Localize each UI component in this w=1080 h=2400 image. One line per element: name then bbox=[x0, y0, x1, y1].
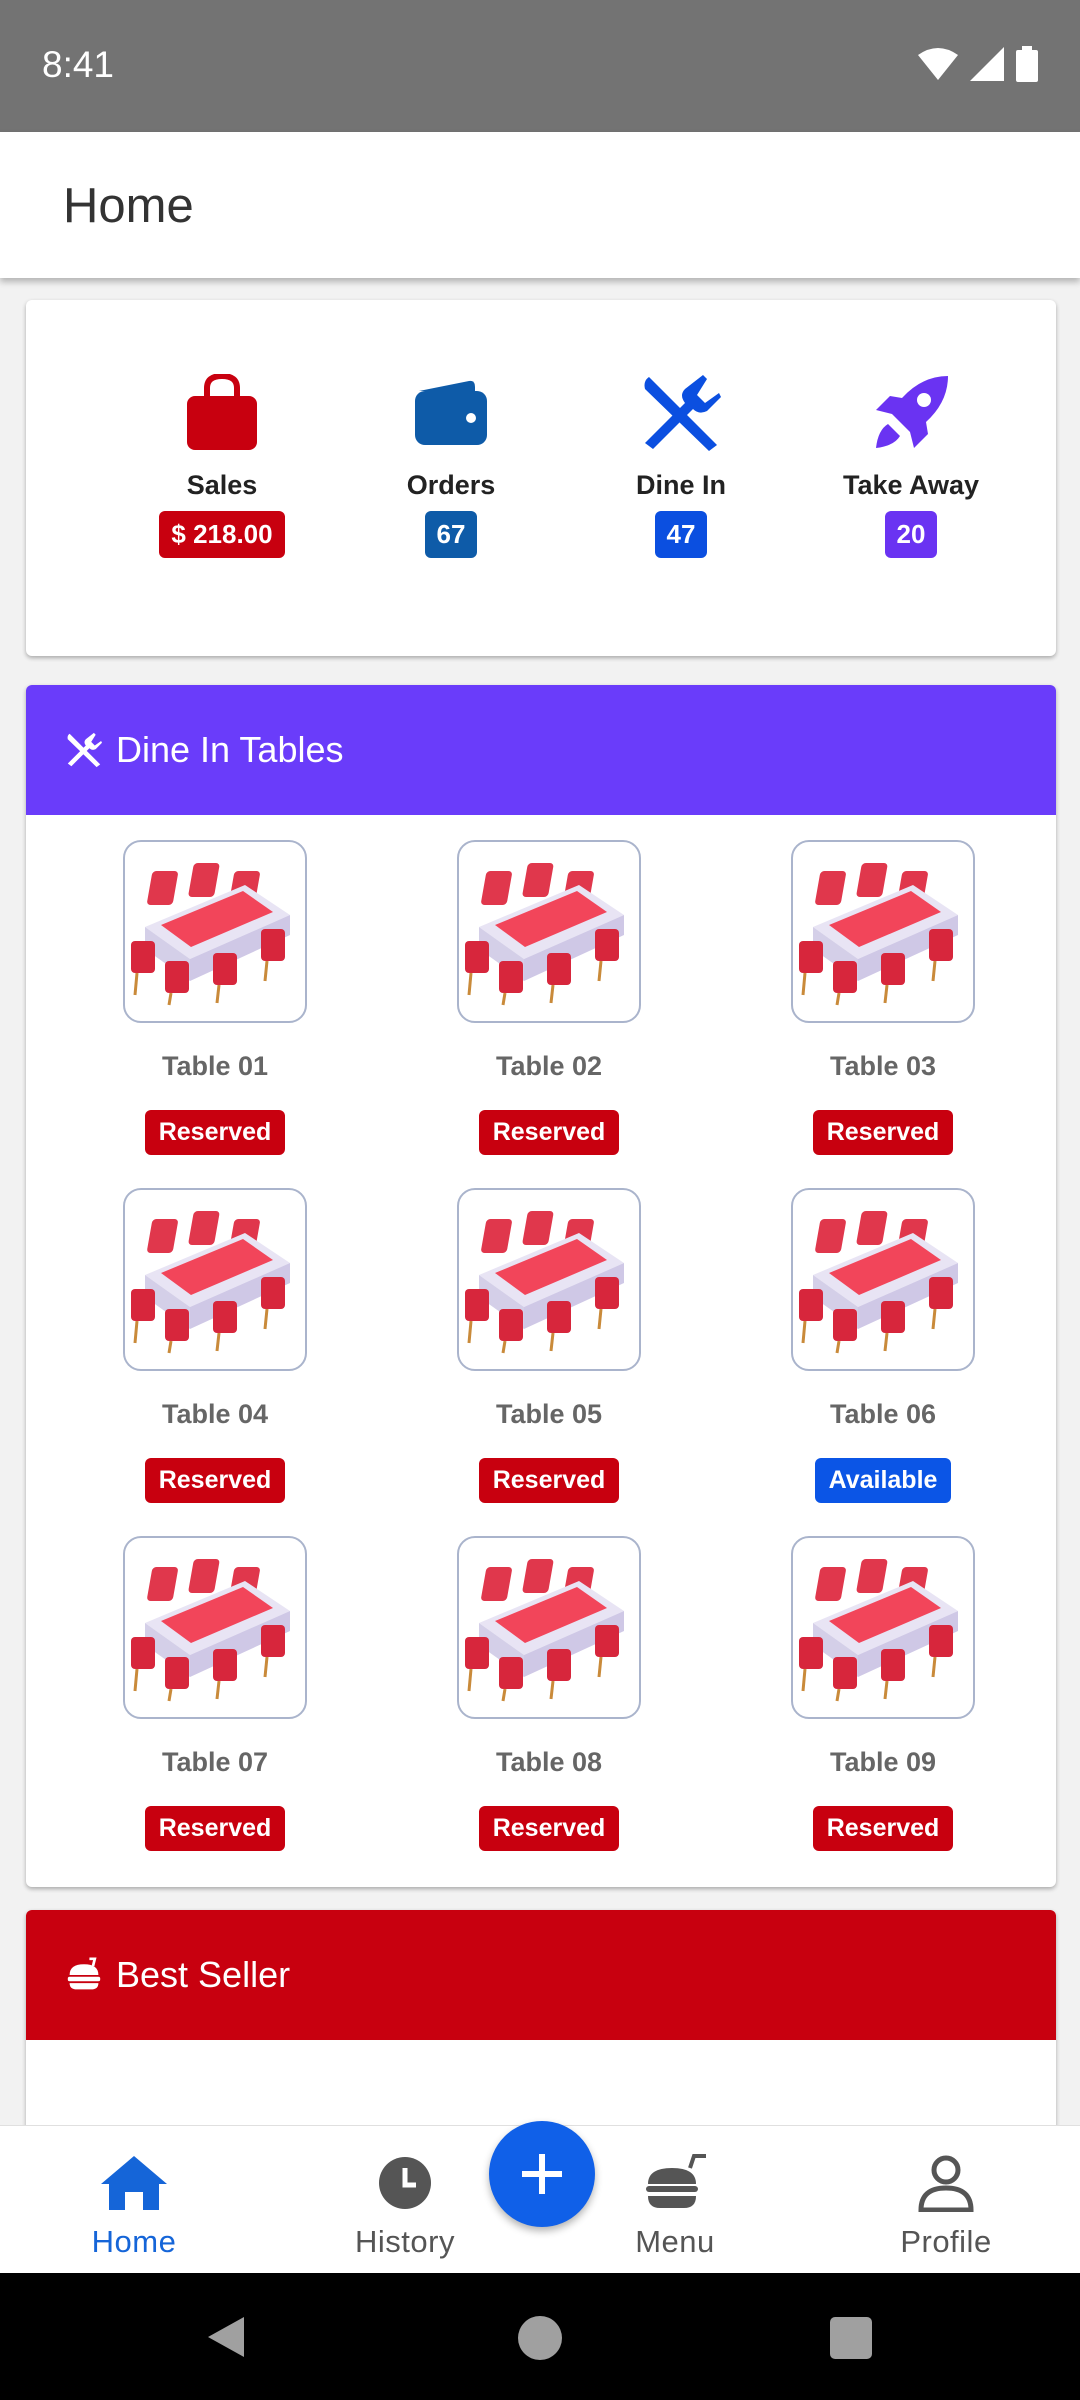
stat-label: Sales bbox=[186, 470, 258, 500]
status-bar: 8:41 bbox=[0, 0, 1080, 132]
home-circle-icon[interactable] bbox=[517, 2315, 563, 2361]
best-seller-header: Best Seller bbox=[26, 1910, 1056, 2040]
table-card[interactable]: Table 06 Available bbox=[753, 1188, 1013, 1503]
table-card[interactable]: Table 01 Reserved bbox=[85, 840, 345, 1155]
stat-label: Orders bbox=[406, 470, 496, 500]
stat-value: 20 bbox=[884, 511, 938, 558]
table-status-badge: Reserved bbox=[478, 1110, 620, 1155]
app-bar: Home bbox=[0, 132, 1080, 278]
dining-table-icon bbox=[791, 1536, 975, 1719]
table-card[interactable]: Table 05 Reserved bbox=[419, 1188, 679, 1503]
stat-value: 47 bbox=[654, 511, 708, 558]
nav-label: Home bbox=[91, 2224, 177, 2259]
nav-label: History bbox=[355, 2224, 455, 2259]
add-button[interactable] bbox=[489, 2121, 595, 2227]
table-name: Table 02 bbox=[495, 1051, 603, 1081]
recents-icon[interactable] bbox=[830, 2317, 872, 2359]
table-status-badge: Reserved bbox=[478, 1458, 620, 1503]
signal-icon bbox=[970, 47, 1004, 81]
dining-table-icon bbox=[123, 1536, 307, 1719]
dining-table-icon bbox=[791, 840, 975, 1023]
stat-label: Take Away bbox=[842, 470, 980, 500]
table-status-badge: Reserved bbox=[144, 1458, 286, 1503]
food-icon bbox=[67, 1957, 101, 1990]
person-icon bbox=[918, 2155, 974, 2213]
stat-orders[interactable]: Orders 67 bbox=[336, 368, 566, 558]
table-status-badge: Reserved bbox=[144, 1806, 286, 1851]
table-name: Table 04 bbox=[161, 1399, 269, 1429]
tables-grid: Table 01 Reserved Table 02 Reserved Tabl… bbox=[26, 815, 1056, 1887]
nav-label: Menu bbox=[635, 2224, 715, 2259]
dine-in-header: Dine In Tables bbox=[26, 685, 1056, 815]
utensils-icon bbox=[566, 368, 796, 458]
wifi-icon bbox=[918, 48, 958, 80]
utensils-icon bbox=[67, 732, 102, 768]
table-name: Table 09 bbox=[829, 1747, 937, 1777]
table-card[interactable]: Table 08 Reserved bbox=[419, 1536, 679, 1851]
nav-label: Profile bbox=[900, 2224, 992, 2259]
nav-menu[interactable]: Menu bbox=[575, 2154, 775, 2260]
table-name: Table 06 bbox=[829, 1399, 937, 1429]
nav-history[interactable]: History bbox=[305, 2154, 505, 2260]
stat-value: $ 218.00 bbox=[159, 511, 285, 558]
battery-icon bbox=[1016, 46, 1038, 82]
clock-icon bbox=[379, 2157, 431, 2209]
table-status-badge: Reserved bbox=[478, 1806, 620, 1851]
status-time: 8:41 bbox=[42, 44, 115, 85]
table-status-badge: Reserved bbox=[812, 1110, 954, 1155]
table-card[interactable]: Table 07 Reserved bbox=[85, 1536, 345, 1851]
food-icon bbox=[646, 2154, 706, 2208]
wallet-icon bbox=[336, 368, 566, 458]
table-card[interactable]: Table 03 Reserved bbox=[753, 840, 1013, 1155]
dine-in-section: Dine In Tables Table 01 Reserved Table 0… bbox=[26, 685, 1056, 1887]
dining-table-icon bbox=[123, 1188, 307, 1371]
dining-table-icon bbox=[123, 840, 307, 1023]
stat-take-away[interactable]: Take Away 20 bbox=[796, 368, 1026, 558]
dining-table-icon bbox=[791, 1188, 975, 1371]
rocket-icon bbox=[796, 368, 1026, 458]
stat-value: 67 bbox=[424, 511, 478, 558]
plus-icon bbox=[522, 2154, 562, 2194]
table-card[interactable]: Table 09 Reserved bbox=[753, 1536, 1013, 1851]
table-name: Table 08 bbox=[495, 1747, 603, 1777]
stat-label: Dine In bbox=[635, 470, 726, 500]
table-name: Table 05 bbox=[495, 1399, 603, 1429]
dining-table-icon bbox=[457, 1188, 641, 1371]
table-status-badge: Reserved bbox=[812, 1806, 954, 1851]
table-card[interactable]: Table 04 Reserved bbox=[85, 1188, 345, 1503]
stat-dine-in[interactable]: Dine In 47 bbox=[566, 368, 796, 558]
section-title: Dine In Tables bbox=[116, 729, 344, 770]
section-title: Best Seller bbox=[116, 1954, 291, 1995]
table-status-badge: Available bbox=[814, 1458, 952, 1503]
system-nav-bar bbox=[0, 2273, 1080, 2400]
status-icons bbox=[918, 46, 1038, 82]
dining-table-icon bbox=[457, 1536, 641, 1719]
dining-table-icon bbox=[457, 840, 641, 1023]
back-icon[interactable] bbox=[204, 2315, 248, 2359]
home-icon bbox=[101, 2156, 167, 2210]
shopping-bag-icon bbox=[107, 368, 337, 458]
nav-home[interactable]: Home bbox=[34, 2154, 234, 2260]
stats-card: Sales $ 218.00 Orders 67 Dine In 47 Take… bbox=[26, 300, 1056, 656]
stat-sales[interactable]: Sales $ 218.00 bbox=[107, 368, 337, 558]
table-status-badge: Reserved bbox=[144, 1110, 286, 1155]
table-name: Table 07 bbox=[161, 1747, 269, 1777]
table-card[interactable]: Table 02 Reserved bbox=[419, 840, 679, 1155]
page-title: Home bbox=[63, 179, 194, 233]
nav-profile[interactable]: Profile bbox=[846, 2154, 1046, 2260]
table-name: Table 01 bbox=[161, 1051, 269, 1081]
table-name: Table 03 bbox=[829, 1051, 937, 1081]
